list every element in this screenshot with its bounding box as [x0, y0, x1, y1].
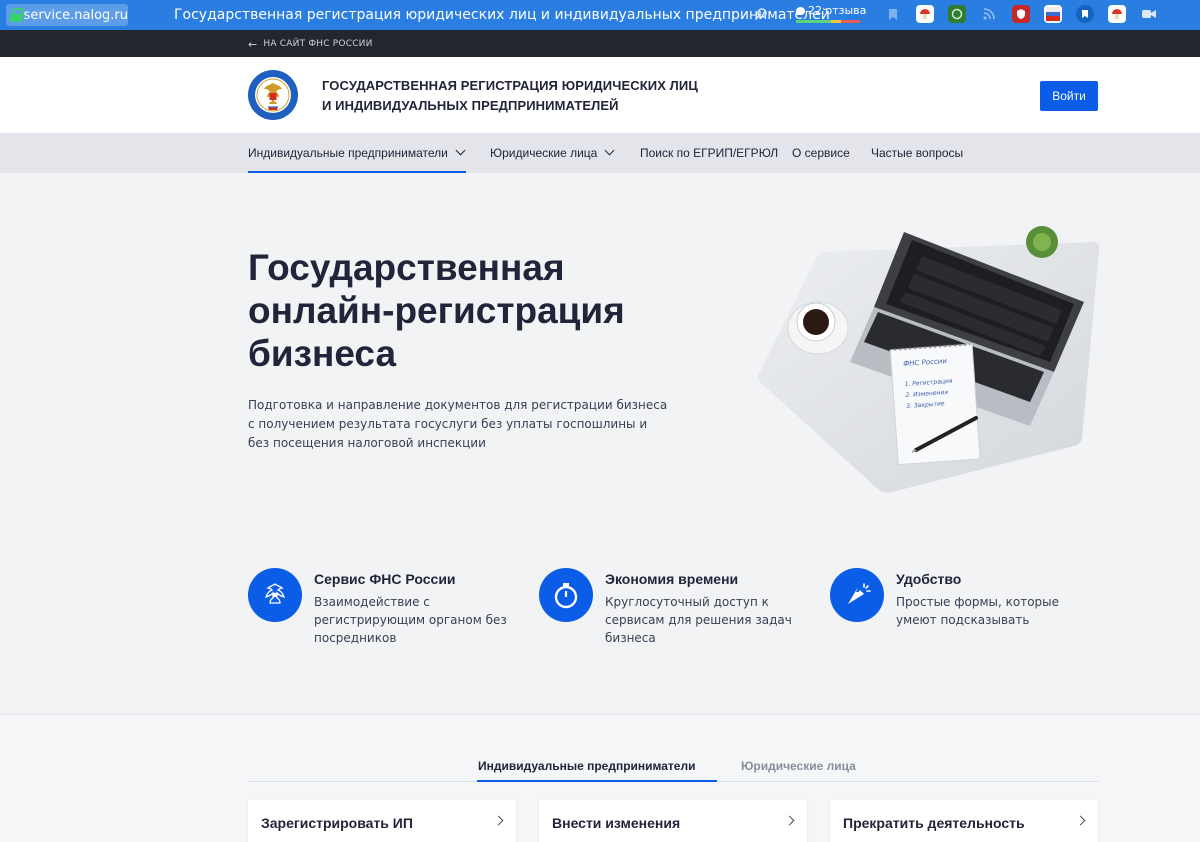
- main-nav: Индивидуальные предприниматели Юридическ…: [0, 133, 1200, 173]
- arrow-left-icon: ←: [248, 37, 258, 51]
- extension-mushroom-icon[interactable]: [916, 5, 934, 23]
- rating-bar: [796, 20, 860, 23]
- eagle-emblem-icon: [248, 568, 302, 622]
- feature-fns-service: Сервис ФНС России Взаимодействие с регис…: [248, 568, 518, 668]
- fns-logo[interactable]: [247, 69, 299, 121]
- tab-legal-entities[interactable]: Юридические лица: [741, 759, 856, 773]
- hero-title-line2: онлайн-регистрация: [248, 290, 625, 331]
- extension-camera-icon[interactable]: [1140, 5, 1158, 23]
- nav-item-entrepreneurs[interactable]: Индивидуальные предприниматели: [248, 133, 466, 173]
- top-strip: ← НА САЙТ ФНС РОССИИ: [0, 30, 1200, 57]
- extension-toolbar: [884, 5, 1158, 23]
- card-label: Прекратить деятельность: [843, 815, 1025, 831]
- card-register-ip[interactable]: Зарегистрировать ИП: [248, 800, 516, 842]
- card-terminate-activity[interactable]: Прекратить деятельность: [830, 800, 1098, 842]
- site-title-line2: И ИНДИВИДУАЛЬНЫХ ПРЕДПРИНИМАТЕЛЕЙ: [322, 98, 619, 113]
- extension-mushroom2-icon[interactable]: [1108, 5, 1126, 23]
- hero-title-line3: бизнеса: [248, 333, 397, 374]
- site-title-line1: ГОСУДАРСТВЕННАЯ РЕГИСТРАЦИЯ ЮРИДИЧЕСКИХ …: [322, 78, 698, 93]
- feature-title: Сервис ФНС России: [314, 571, 456, 587]
- nav-item-faq[interactable]: Частые вопросы: [871, 133, 963, 173]
- extension-rss-icon[interactable]: [980, 5, 998, 23]
- active-tab-indicator: [477, 780, 717, 782]
- chevron-down-icon: [604, 145, 615, 156]
- extension-shield-icon[interactable]: [1012, 5, 1030, 23]
- plant: [1026, 226, 1058, 258]
- browser-page-title: Государственная регистрация юридических …: [174, 7, 830, 23]
- nav-item-search[interactable]: Поиск по ЕГРИП/ЕГРЮЛ: [640, 133, 778, 173]
- back-to-fns-link[interactable]: ← НА САЙТ ФНС РОССИИ: [248, 37, 373, 51]
- laptop-desk-illustration: ФНС России 1. Регистрация 2. Изменения 3…: [758, 226, 1100, 493]
- feature-time-saving: Экономия времени Круглосуточный доступ к…: [539, 568, 809, 668]
- comment-icon: [796, 7, 805, 15]
- card-label: Внести изменения: [552, 815, 681, 831]
- browser-bar: service.nalog.ru Государственная регистр…: [0, 0, 1200, 30]
- back-link-label: НА САЙТ ФНС РОССИИ: [263, 39, 373, 49]
- feature-text: Взаимодействие с регистрирующим органом …: [314, 595, 507, 645]
- feature-title: Удобство: [896, 571, 962, 587]
- chevron-right-icon: [784, 815, 795, 826]
- login-button[interactable]: Войти: [1040, 81, 1098, 111]
- extension-bookmark-icon[interactable]: [1076, 5, 1094, 23]
- feature-title: Экономия времени: [605, 571, 739, 587]
- nav-item-label: Юридические лица: [490, 146, 598, 160]
- nav-item-label: О сервисе: [792, 146, 850, 160]
- site-title: ГОСУДАРСТВЕННАЯ РЕГИСТРАЦИЯ ЮРИДИЧЕСКИХ …: [322, 76, 698, 116]
- feature-convenience: Удобство Простые формы, которые умеют по…: [830, 568, 1100, 668]
- nav-item-legal-entities[interactable]: Юридические лица: [490, 133, 615, 173]
- hero-subtitle: Подготовка и направление документов для …: [248, 398, 668, 450]
- card-label: Зарегистрировать ИП: [261, 815, 413, 831]
- chevron-down-icon: [455, 145, 466, 156]
- search-icon[interactable]: [754, 7, 768, 21]
- stopwatch-icon: [539, 568, 593, 622]
- lock-icon: [10, 8, 24, 22]
- feature-text: Простые формы, которые умеют подсказыват…: [896, 595, 1060, 627]
- chevron-right-icon: [493, 815, 504, 826]
- cursor-click-icon: [830, 568, 884, 622]
- nav-item-label: Частые вопросы: [871, 146, 964, 160]
- feature-text: Круглосуточный доступ к сервисам для реш…: [605, 595, 792, 645]
- notepad: ФНС России 1. Регистрация 2. Изменения 3…: [889, 343, 981, 466]
- extension-flag-icon[interactable]: [1044, 5, 1062, 23]
- site-header: ГОСУДАРСТВЕННАЯ РЕГИСТРАЦИЯ ЮРИДИЧЕСКИХ …: [0, 57, 1200, 133]
- address-bar[interactable]: service.nalog.ru: [6, 4, 128, 26]
- nav-item-label: Индивидуальные предприниматели: [248, 146, 448, 160]
- extension-green-icon[interactable]: [948, 5, 966, 23]
- card-make-changes[interactable]: Внести изменения: [539, 800, 807, 842]
- hero-title-line1: Государственная: [248, 247, 565, 288]
- nav-item-about[interactable]: О сервисе: [792, 133, 850, 173]
- reviews-widget[interactable]: 22 отзыва: [796, 4, 866, 26]
- bookmark-icon[interactable]: [884, 5, 902, 23]
- nav-item-label: Поиск по ЕГРИП/ЕГРЮЛ: [640, 146, 779, 160]
- address-text: service.nalog.ru: [23, 7, 128, 23]
- tab-entrepreneurs[interactable]: Индивидуальные предприниматели: [478, 759, 695, 773]
- reviews-count: 22 отзыва: [808, 4, 867, 17]
- chevron-right-icon: [1075, 815, 1086, 826]
- hero-title: Государственная онлайн-регистрация бизне…: [248, 246, 688, 375]
- coffee-cup: [787, 301, 849, 355]
